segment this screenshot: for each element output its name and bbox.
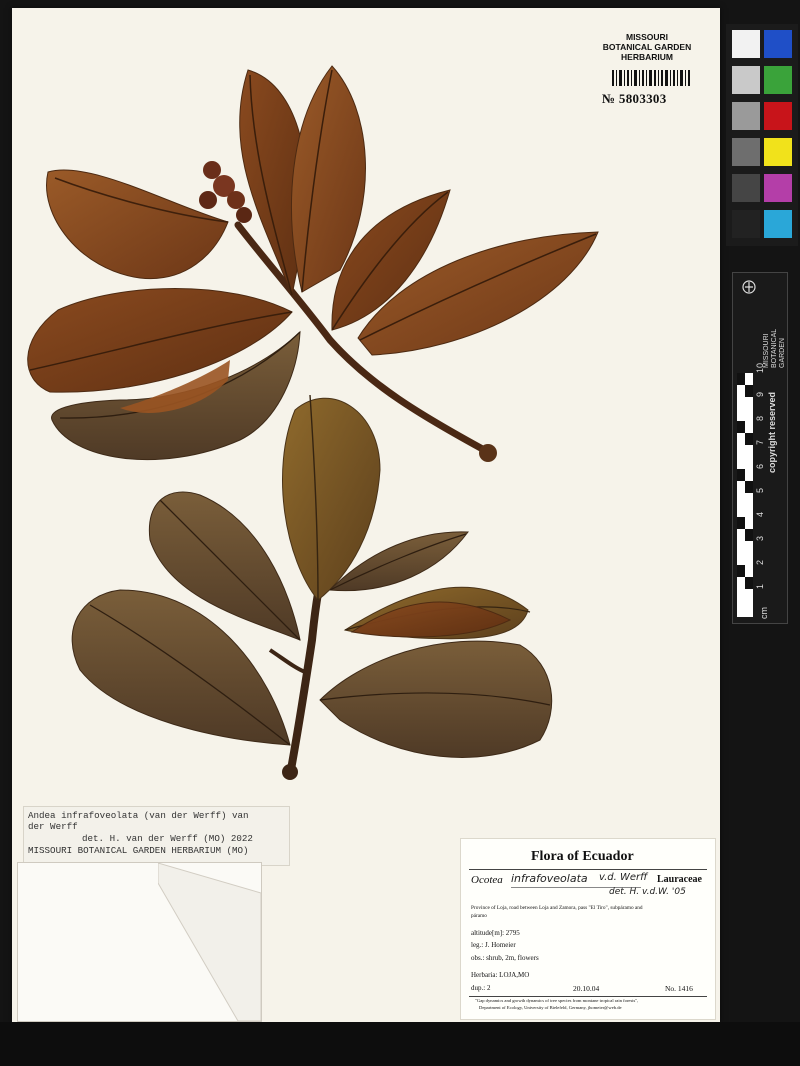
det-line3: det. H. van der Werff (MO) 2022 [82, 833, 253, 844]
determination-slip: Andea infrafoveolata (van der Werff) van… [23, 806, 290, 866]
color-swatch [732, 66, 760, 94]
ruler-block [745, 577, 753, 589]
ruler-block [737, 445, 745, 457]
flower-cluster [199, 161, 252, 223]
herbarium-name-label: MISSOURI BOTANICAL GARDEN HERBARIUM [598, 32, 696, 62]
color-calibration-card [726, 24, 798, 246]
color-swatch [764, 66, 792, 94]
label-author: v.d. Werff [599, 872, 648, 883]
ruler-unit: cm [759, 607, 769, 619]
label-footer-line1: "Gap dynamics and growth dynamics of tre… [475, 998, 639, 1003]
accession-number: № 5803303 [602, 91, 667, 106]
label-duplicates: dup.: 2 [471, 984, 491, 992]
label-rule [469, 869, 707, 870]
ruler-block [745, 385, 753, 397]
scale-ruler: MISSOURI BOTANICAL GARDEN copyright rese… [732, 272, 788, 624]
color-swatch [764, 138, 792, 166]
color-swatch [732, 30, 760, 58]
ruler-tick-label: 1 [755, 583, 765, 589]
det-line2: der Werff [28, 821, 78, 832]
fragment-envelope [17, 862, 262, 1022]
herbarium-name-line1: MISSOURI [625, 32, 669, 42]
label-footer-line2: Department of Ecology, University of Bie… [479, 1005, 622, 1010]
ruler-tick-label: 8 [755, 415, 765, 421]
label-locality-line1: Province of Loja, road between Loja and … [471, 905, 643, 911]
ruler-brand: MISSOURI BOTANICAL GARDEN [763, 329, 787, 368]
ruler-tick-label: 4 [755, 511, 765, 517]
ruler-block [737, 469, 745, 481]
label-altitude: altitude[m]: 2795 [471, 929, 520, 937]
barcode [612, 70, 690, 86]
ruler-tick-label: 2 [755, 559, 765, 565]
label-footer-rule [469, 996, 707, 997]
ruler-block [745, 457, 753, 469]
garden-logo-icon [742, 280, 756, 294]
label-genus: Ocotea [471, 874, 503, 886]
ruler-block [745, 409, 753, 421]
envelope-fold [158, 863, 261, 1021]
ruler-tick-label: 7 [755, 439, 765, 445]
ruler-tick-label: 5 [755, 487, 765, 493]
color-swatch [764, 210, 792, 238]
color-swatch [732, 138, 760, 166]
ruler-block [745, 553, 753, 565]
herbarium-name-line2: BOTANICAL GARDEN [602, 42, 692, 52]
stem-tip-node [479, 444, 497, 462]
ruler-block [737, 541, 745, 553]
label-determination: det. H. v.d.W. '05 [609, 887, 686, 897]
ruler-block [737, 493, 745, 505]
color-swatch [732, 102, 760, 130]
petiole-twig [268, 648, 306, 674]
ruler-copyright: copyright reserved [767, 391, 777, 473]
ruler-block [737, 589, 745, 601]
ruler-tick-label: 3 [755, 535, 765, 541]
color-swatch [764, 174, 792, 202]
collection-label: Flora of Ecuador Ocotea infrafoveolata v… [460, 838, 716, 1020]
ruler-block [737, 565, 745, 577]
label-herbaria: Herbaria: LOJA,MO [471, 971, 530, 979]
ruler-block [737, 421, 745, 433]
color-swatch [732, 210, 760, 238]
ruler-block [745, 601, 753, 613]
ruler-block [737, 373, 745, 385]
ruler-block [745, 481, 753, 493]
color-swatch [764, 102, 792, 130]
ruler-tick-label: 9 [755, 391, 765, 397]
det-line1: Andea infrafoveolata (van der Werff) van [28, 810, 249, 821]
ruler-block [745, 529, 753, 541]
label-number: No. 1416 [665, 984, 693, 993]
label-epithet: infrafoveolata [511, 872, 588, 885]
label-family: Lauraceae [657, 874, 702, 885]
ruler-block [737, 517, 745, 529]
ruler-scale [737, 373, 753, 617]
label-collector: leg.: J. Homeier [471, 941, 516, 949]
color-swatch [764, 30, 792, 58]
color-swatch [732, 174, 760, 202]
ruler-brand-line2: BOTANICAL [771, 328, 778, 368]
ruler-block [745, 433, 753, 445]
det-line4: MISSOURI BOTANICAL GARDEN HERBARIUM (MO) [28, 845, 249, 856]
herbarium-name-line3: HERBARIUM [621, 52, 673, 62]
ruler-block [737, 397, 745, 409]
ruler-tick-label: 10 [755, 362, 765, 373]
ruler-tick-label: 6 [755, 463, 765, 469]
leaf [46, 169, 229, 280]
label-date: 20.10.04 [573, 984, 600, 993]
label-observations: obs.: shrub, 2m, flowers [471, 954, 539, 962]
ruler-block [745, 505, 753, 517]
ruler-brand-line3: GARDEN [779, 338, 786, 368]
label-title: Flora of Ecuador [531, 849, 634, 864]
label-locality-line2: páramo [471, 913, 487, 919]
